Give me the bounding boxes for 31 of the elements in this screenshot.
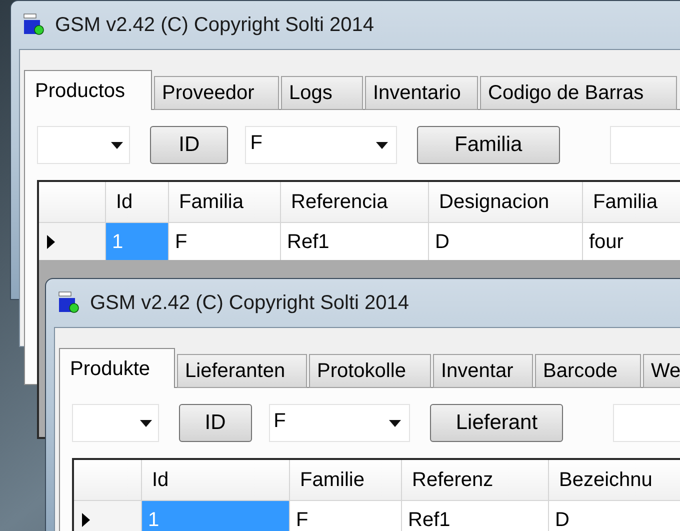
- tab[interactable]: Productos: [24, 70, 152, 110]
- tab[interactable]: Codigo de Barras: [480, 76, 677, 110]
- tab[interactable]: Logs: [281, 76, 363, 110]
- dropdown[interactable]: F: [268, 404, 410, 442]
- dropdown[interactable]: [37, 126, 130, 164]
- app-icon: [23, 13, 45, 37]
- id-button[interactable]: ID: [150, 126, 228, 164]
- dropdown[interactable]: F: [245, 126, 397, 164]
- row-header[interactable]: [74, 501, 142, 531]
- id-button[interactable]: ID: [178, 404, 252, 442]
- window-title: GSM v2.42 (C) Copyright Solti 2014: [55, 13, 374, 38]
- tab[interactable]: Produkte: [59, 348, 175, 388]
- dropdown-caret-icon: [140, 420, 152, 426]
- window-title: GSM v2.42 (C) Copyright Solti 2014: [90, 291, 410, 316]
- row-header[interactable]: [39, 223, 106, 260]
- tab[interactable]: We: [643, 354, 680, 388]
- tab[interactable]: Proveedor: [154, 76, 279, 110]
- tab[interactable]: Barcode: [535, 354, 641, 388]
- dropdown-caret-icon: [111, 142, 124, 148]
- table-cell: 1: [106, 223, 169, 260]
- table-cell: 1: [142, 501, 290, 531]
- filter-button[interactable]: Lieferant: [430, 404, 563, 442]
- tab[interactable]: Lieferanten: [177, 354, 307, 388]
- filter-button[interactable]: Familia: [417, 126, 560, 164]
- dropdown-caret-icon: [376, 142, 388, 149]
- tab[interactable]: Inventar: [433, 354, 533, 388]
- dropdown[interactable]: [72, 404, 159, 442]
- tab[interactable]: Protokolle: [309, 354, 431, 388]
- dropdown-caret-icon: [389, 420, 402, 427]
- tab[interactable]: Inventario: [365, 76, 478, 110]
- app-icon: [58, 291, 80, 315]
